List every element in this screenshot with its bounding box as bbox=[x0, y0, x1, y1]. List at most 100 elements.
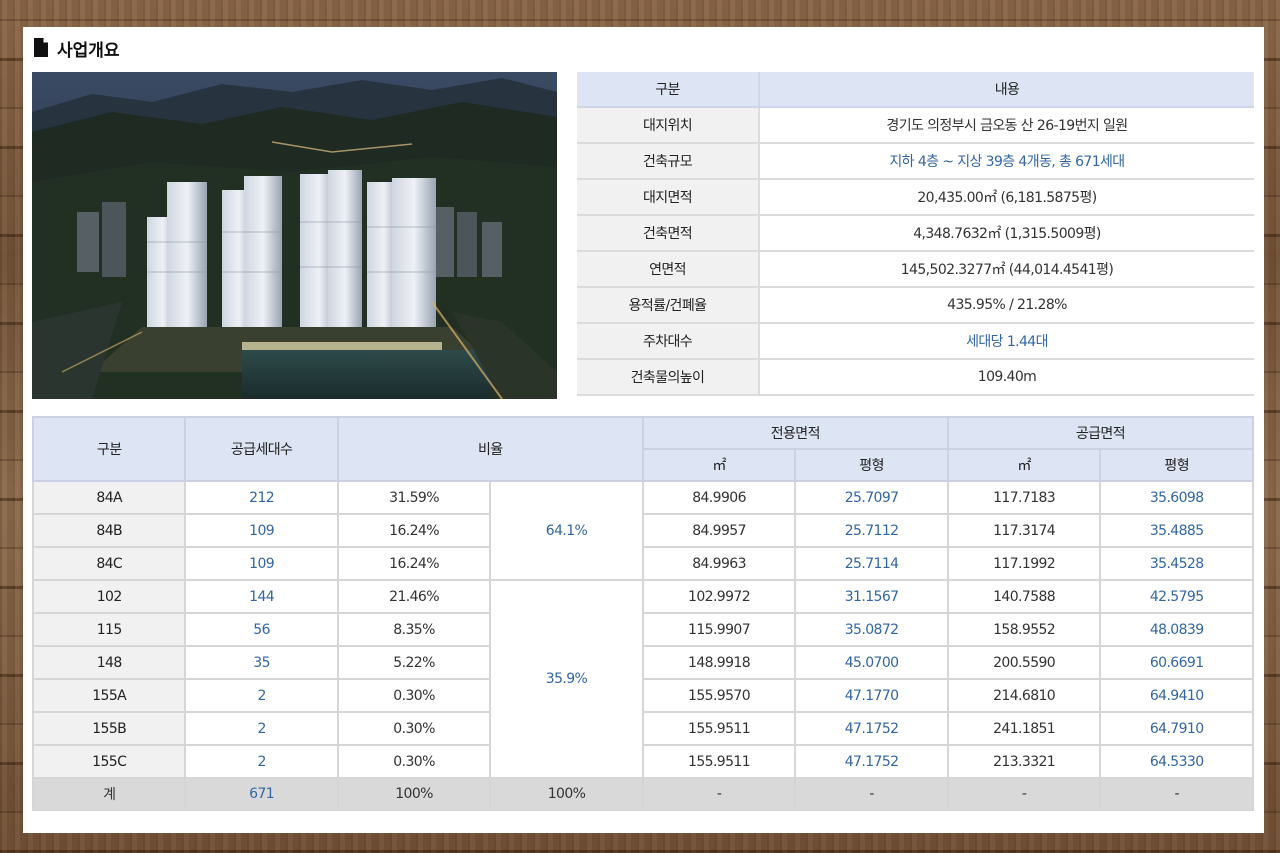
info-header-value: 내용 bbox=[759, 72, 1254, 108]
exclusive-sqm: 102.9972 bbox=[641, 579, 797, 614]
table-row: 84C 109 16.24% 84.9963 25.7114 117.1992 35.452… bbox=[31, 546, 1254, 581]
total-label: 계 bbox=[31, 777, 187, 811]
unit-ratio: 0.30% bbox=[336, 744, 492, 779]
unit-supply-count: 35 bbox=[184, 645, 339, 680]
total-exclusive-sqm: - bbox=[641, 777, 797, 811]
unit-supply-count: 2 bbox=[184, 678, 339, 713]
exclusive-pyeong: 31.1567 bbox=[794, 579, 949, 614]
info-value: 435.95% / 21.28% bbox=[759, 287, 1254, 324]
table-row: 155C 2 0.30% 155.9511 47.1752 213.3321 64.5330 bbox=[31, 744, 1254, 779]
supply-pyeong: 64.9410 bbox=[1099, 678, 1254, 713]
header-type: 구분 bbox=[31, 416, 187, 482]
total-ratio: 100% bbox=[336, 777, 492, 811]
header-supply-area: 공급면적 bbox=[946, 416, 1255, 450]
unit-type: 155B bbox=[31, 711, 187, 746]
info-value: 145,502.3277㎡ (44,014.4541평) bbox=[759, 251, 1254, 288]
supply-pyeong: 35.6098 bbox=[1099, 480, 1254, 515]
unit-supply-count: 144 bbox=[184, 579, 339, 614]
table-row: 84A 212 31.59% 64.1% 84.9906 25.7097 117.7183 3… bbox=[31, 480, 1254, 581]
unit-type: 148 bbox=[31, 645, 187, 680]
info-key: 연면적 bbox=[577, 251, 760, 288]
info-key: 대지면적 bbox=[577, 179, 760, 216]
table-row: 155A 2 0.30% 155.9570 47.1770 214.6810 64.9410 bbox=[31, 678, 1254, 713]
unit-type: 115 bbox=[31, 612, 187, 647]
unit-ratio: 21.46% bbox=[336, 579, 492, 614]
info-value: 경기도 의정부시 금오동 산 26-19번지 일원 bbox=[759, 107, 1254, 144]
header-exclusive-area: 전용면적 bbox=[641, 416, 949, 450]
info-key: 건축물의높이 bbox=[577, 359, 760, 396]
supply-sqm: 117.1992 bbox=[946, 546, 1102, 581]
exclusive-sqm: 84.9963 bbox=[641, 546, 797, 581]
info-row: 건축물의높이 109.40m bbox=[577, 359, 1254, 396]
info-key: 용적률/건폐율 bbox=[577, 287, 760, 324]
info-row: 주차대수 세대당 1.44대 bbox=[577, 323, 1254, 360]
paper-sheet: 사업개요 구분 내용 대지위치 경기도 의정부시 금오동 산 26-19번지 일… bbox=[23, 27, 1264, 833]
header-ratio: 비율 bbox=[336, 416, 644, 482]
info-value: 세대당 1.44대 bbox=[759, 323, 1254, 360]
unit-ratio: 16.24% bbox=[336, 546, 492, 581]
supply-pyeong: 35.4528 bbox=[1099, 546, 1254, 581]
info-row: 용적률/건폐율 435.95% / 21.28% bbox=[577, 287, 1254, 324]
info-value: 지하 4층 ~ 지상 39층 4개동, 총 671세대 bbox=[759, 143, 1254, 180]
total-supply-pyeong: - bbox=[1099, 777, 1254, 811]
info-header-key: 구분 bbox=[577, 72, 760, 108]
exclusive-pyeong: 47.1770 bbox=[794, 678, 949, 713]
table-row: 115 56 8.35% 115.9907 35.0872 158.9552 48.0839 bbox=[31, 612, 1254, 647]
group-ratio: 64.1% bbox=[489, 480, 644, 581]
supply-pyeong: 64.7910 bbox=[1099, 711, 1254, 746]
total-exclusive-pyeong: - bbox=[794, 777, 949, 811]
info-row: 대지면적 20,435.00㎡ (6,181.5875평) bbox=[577, 179, 1254, 216]
exclusive-pyeong: 47.1752 bbox=[794, 711, 949, 746]
total-supply-sqm: - bbox=[946, 777, 1102, 811]
exclusive-sqm: 115.9907 bbox=[641, 612, 797, 647]
total-row: 계 671 100% 100% - - - - bbox=[31, 777, 1254, 811]
supply-pyeong: 60.6691 bbox=[1099, 645, 1254, 680]
unit-supply-count: 2 bbox=[184, 711, 339, 746]
supply-pyeong: 35.4885 bbox=[1099, 513, 1254, 548]
unit-type: 84C bbox=[31, 546, 187, 581]
supply-sqm: 158.9552 bbox=[946, 612, 1102, 647]
info-value: 20,435.00㎡ (6,181.5875평) bbox=[759, 179, 1254, 216]
table-row: 102 144 21.46% 35.9% 102.9972 31.1567 140.7588… bbox=[31, 579, 1254, 779]
exclusive-sqm: 84.9906 bbox=[641, 480, 797, 515]
info-key: 대지위치 bbox=[577, 107, 760, 144]
header-supply-count: 공급세대수 bbox=[184, 416, 339, 482]
supply-sqm: 200.5590 bbox=[946, 645, 1102, 680]
unit-supply-count: 2 bbox=[184, 744, 339, 779]
info-key: 주차대수 bbox=[577, 323, 760, 360]
unit-ratio: 0.30% bbox=[336, 711, 492, 746]
info-row: 건축면적 4,348.7632㎡ (1,315.5009평) bbox=[577, 215, 1254, 252]
unit-ratio: 5.22% bbox=[336, 645, 492, 680]
exclusive-sqm: 148.9918 bbox=[641, 645, 797, 680]
exclusive-pyeong: 35.0872 bbox=[794, 612, 949, 647]
project-info-table: 구분 내용 대지위치 경기도 의정부시 금오동 산 26-19번지 일원 건축규모 지… bbox=[577, 72, 1254, 396]
info-value: 109.40m bbox=[759, 359, 1254, 396]
building-photo bbox=[32, 72, 557, 399]
units-header-row-1: 구분 공급세대수 비율 전용면적 공급면적 bbox=[31, 416, 1255, 482]
info-key: 건축규모 bbox=[577, 143, 760, 180]
unit-type: 155C bbox=[31, 744, 187, 779]
unit-type: 155A bbox=[31, 678, 187, 713]
unit-supply-table: 구분 공급세대수 비율 전용면적 공급면적 ㎡ 평형 ㎡ 평형 84A 212 31… bbox=[31, 416, 1255, 811]
supply-pyeong: 48.0839 bbox=[1099, 612, 1254, 647]
unit-type: 84B bbox=[31, 513, 187, 548]
header-exclusive-pyeong: 평형 bbox=[794, 448, 949, 482]
section-title: 사업개요 bbox=[57, 40, 120, 61]
info-row: 건축규모 지하 4층 ~ 지상 39층 4개동, 총 671세대 bbox=[577, 143, 1254, 180]
info-row: 대지위치 경기도 의정부시 금오동 산 26-19번지 일원 bbox=[577, 107, 1254, 144]
info-value: 4,348.7632㎡ (1,315.5009평) bbox=[759, 215, 1254, 252]
unit-ratio: 31.59% bbox=[336, 480, 492, 515]
supply-sqm: 117.7183 bbox=[946, 480, 1102, 515]
exclusive-sqm: 84.9957 bbox=[641, 513, 797, 548]
unit-ratio: 0.30% bbox=[336, 678, 492, 713]
header-supply-sqm: ㎡ bbox=[946, 448, 1102, 482]
supply-sqm: 241.1851 bbox=[946, 711, 1102, 746]
unit-type: 102 bbox=[31, 579, 187, 614]
supply-sqm: 214.6810 bbox=[946, 678, 1102, 713]
info-row: 연면적 145,502.3277㎡ (44,014.4541평) bbox=[577, 251, 1254, 288]
exclusive-pyeong: 47.1752 bbox=[794, 744, 949, 779]
unit-supply-count: 212 bbox=[184, 480, 339, 515]
exclusive-sqm: 155.9511 bbox=[641, 744, 797, 779]
supply-pyeong: 64.5330 bbox=[1099, 744, 1254, 779]
header-exclusive-sqm: ㎡ bbox=[641, 448, 797, 482]
